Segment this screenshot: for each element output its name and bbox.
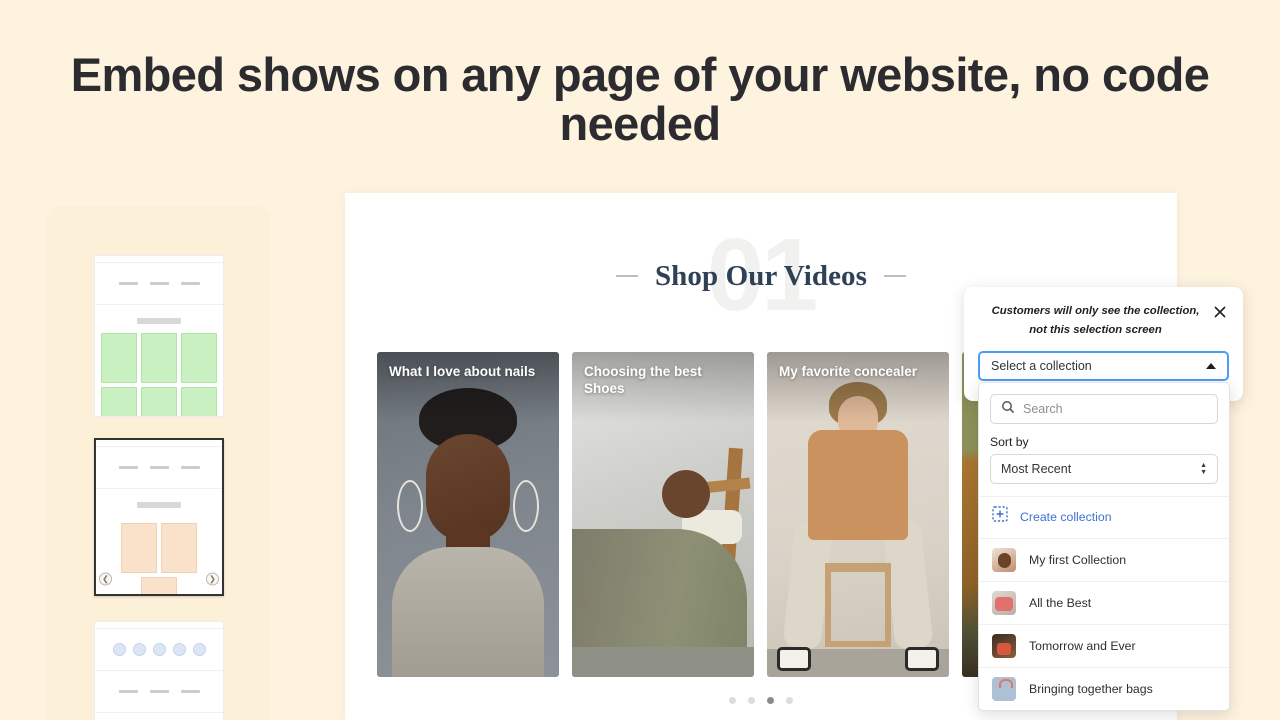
caret-up-icon xyxy=(1206,363,1216,369)
wireframe-tile xyxy=(181,333,217,383)
layout-picker-panel: ❮ ❯ xyxy=(46,206,270,720)
sort-by-value: Most Recent xyxy=(1001,462,1072,476)
wireframe-tile xyxy=(101,387,137,416)
page-root: Embed shows on any page of your website,… xyxy=(0,0,1280,720)
wireframe-tile xyxy=(181,387,217,416)
layout-thumb-stories[interactable] xyxy=(94,621,224,720)
search-icon xyxy=(1001,400,1015,419)
wireframe-topbar xyxy=(95,622,223,629)
pagination-dot[interactable] xyxy=(786,697,793,704)
wireframe-body xyxy=(95,305,223,416)
wireframe-nav-dash xyxy=(118,466,138,469)
wireframe-navrow xyxy=(96,447,222,489)
wireframe-navrow xyxy=(95,671,223,713)
section-title: Shop Our Videos xyxy=(654,259,868,292)
wireframe-tile xyxy=(161,523,197,573)
wireframe-nav-dash xyxy=(149,690,169,693)
wireframe-story-circles xyxy=(95,629,223,671)
pagination-dot-active[interactable] xyxy=(767,697,774,704)
decorative-rule-right xyxy=(884,275,907,277)
sort-by-label: Sort by xyxy=(990,435,1029,449)
wireframe-topbar xyxy=(96,440,222,447)
wireframe-tile xyxy=(141,333,177,383)
picker-note: Customers will only see the collection, … xyxy=(991,305,1200,336)
add-collection-icon xyxy=(992,506,1008,527)
collection-list-item[interactable]: Tomorrow and Ever xyxy=(979,624,1229,667)
collection-thumbnail xyxy=(992,634,1016,658)
video-card-title: Choosing the best Shoes xyxy=(584,364,702,396)
collection-name: Bringing together bags xyxy=(1029,682,1153,696)
collection-name: All the Best xyxy=(1029,596,1092,610)
wireframe-nav-dash xyxy=(180,690,200,693)
collection-thumbnail xyxy=(992,677,1016,701)
wireframe-body: ❮ ❯ xyxy=(96,489,222,594)
pagination-dot[interactable] xyxy=(729,697,736,704)
wireframe-tile xyxy=(121,523,157,573)
video-card[interactable]: My favorite concealer xyxy=(767,352,949,677)
wireframe-story-circle xyxy=(112,643,126,656)
wireframe-navrow xyxy=(95,263,223,305)
wireframe-tile-row xyxy=(96,523,222,594)
video-card[interactable]: Choosing the best Shoes xyxy=(572,352,754,677)
sort-by-select[interactable]: Most Recent ▲ ▼ xyxy=(990,454,1218,484)
wireframe-nav-dash xyxy=(149,282,169,285)
search-field[interactable] xyxy=(990,394,1218,424)
wireframe-nav-dash xyxy=(118,282,138,285)
collection-dropdown: Sort by Most Recent ▲▼ Create collection… xyxy=(978,382,1230,711)
wireframe-tile xyxy=(141,577,177,594)
video-card[interactable]: What I love about nails xyxy=(377,352,559,677)
chevron-left-icon[interactable]: ❮ xyxy=(99,572,112,586)
wireframe-story-circle xyxy=(132,643,146,656)
wireframe-title-placeholder xyxy=(137,502,181,508)
create-collection-button[interactable]: Create collection xyxy=(979,496,1229,538)
wireframe-story-circle xyxy=(152,643,166,656)
wireframe-nav-dash xyxy=(118,690,138,693)
layout-thumb-carousel[interactable]: ❮ ❯ xyxy=(94,438,224,596)
search-input[interactable] xyxy=(1023,402,1207,416)
chevron-right-icon[interactable]: ❯ xyxy=(206,572,219,586)
wireframe-title-placeholder xyxy=(137,318,181,324)
video-card-title: My favorite concealer xyxy=(779,364,918,379)
collection-thumbnail xyxy=(992,548,1016,572)
collection-select-value: Select a collection xyxy=(991,359,1092,373)
collection-name: My first Collection xyxy=(1029,553,1127,567)
wireframe-tile xyxy=(141,387,177,416)
video-card-title: What I love about nails xyxy=(389,364,536,379)
wireframe-tile xyxy=(101,333,137,383)
pagination-dot[interactable] xyxy=(748,697,755,704)
wireframe-nav-dash xyxy=(180,282,200,285)
wireframe-story-circle xyxy=(192,643,206,656)
decorative-rule-left xyxy=(615,275,638,277)
wireframe-story-circle xyxy=(172,643,186,656)
collection-list-item[interactable]: Bringing together bags xyxy=(979,667,1229,710)
page-headline: Embed shows on any page of your website,… xyxy=(70,48,1210,150)
wireframe-tile-grid xyxy=(95,333,223,416)
wireframe-body xyxy=(95,713,223,720)
collection-list-item[interactable]: All the Best xyxy=(979,581,1229,624)
close-icon[interactable] xyxy=(1211,303,1229,321)
wireframe-nav-dash xyxy=(149,466,169,469)
video-card-row: What I love about nails Choosing the bes… xyxy=(377,352,1002,677)
wireframe-nav-dash xyxy=(180,466,200,469)
layout-thumb-grid[interactable] xyxy=(94,255,224,417)
collection-thumbnail xyxy=(992,591,1016,615)
wireframe-topbar xyxy=(95,256,223,263)
stepper-icon: ▲ ▼ xyxy=(1200,462,1207,476)
collection-select-trigger[interactable]: Select a collection xyxy=(978,351,1229,381)
collection-name: Tomorrow and Ever xyxy=(1029,639,1136,653)
collection-list-item[interactable]: My first Collection xyxy=(979,538,1229,581)
create-collection-label: Create collection xyxy=(1020,509,1112,524)
